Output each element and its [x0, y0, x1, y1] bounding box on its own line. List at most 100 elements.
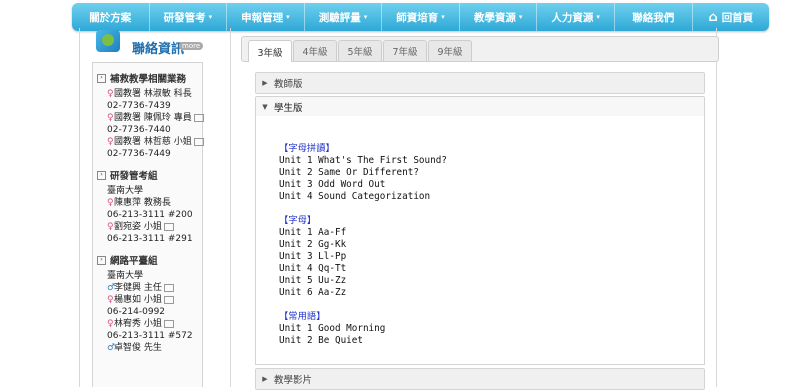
contact-group: › 網路平臺組 臺南大學 ♂李健興 主任 ♀楊惠如 小姐 06-214-0992 ♀林宥秀 …	[93, 253, 202, 354]
nav-item-2[interactable]: 申報管理 ▾	[227, 3, 305, 31]
nav-item-3[interactable]: 測驗評量 ▾	[305, 3, 383, 31]
contact-line-text: 臺南大學	[107, 186, 144, 196]
unit-link[interactable]: Unit 3 Odd Word Out	[279, 179, 447, 191]
contact-title: 聯絡資訊	[132, 42, 185, 57]
contact-header: 聯絡資訊 more	[92, 28, 204, 62]
nav-item-5[interactable]: 教學資源 ▾	[460, 3, 538, 31]
mail-icon[interactable]	[193, 113, 204, 122]
nav-item-8[interactable]: ⌂ 回首頁	[693, 3, 770, 31]
contact-line-text: 06-214-0992	[107, 307, 166, 317]
section-title: 【字母】	[279, 215, 317, 226]
contact-line: ♀林宥秀 小姐	[97, 318, 202, 330]
dropdown-caret-icon: ▾	[208, 13, 213, 21]
contact-line: 臺南大學	[97, 270, 202, 282]
group-marker-icon: ›	[97, 255, 106, 265]
unit-link[interactable]: Unit 4 Sound Categorization	[279, 191, 447, 203]
collapsed-arrow-icon: ▶	[262, 375, 268, 383]
contact-line-text: 陳惠萍 教務長	[114, 198, 171, 208]
contact-line-text: 02-7736-7440	[107, 125, 171, 135]
accordion-teacher-label: 教師版	[274, 79, 303, 90]
contact-group: › 補救教學相關業務 ♀國教署 林淑敏 科長 02-7736-7439 ♀ 國教署 陳佩玲…	[93, 71, 204, 160]
contact-line-text: 國教署 陳佩玲 專員	[114, 113, 192, 123]
unit-link[interactable]: Unit 6 Aa-Zz	[279, 287, 447, 299]
unit-list: 【字母拼讀】 Unit 1 What's The First Sound? Unit…	[279, 143, 447, 347]
nav-item-label: 申報管理	[241, 11, 284, 24]
nav-item-label: 聯絡我們	[632, 11, 675, 24]
mail-icon[interactable]	[163, 295, 174, 304]
contact-group-title[interactable]: › 網路平臺組	[97, 253, 202, 267]
contact-line-text: 06-213-3111 #572	[107, 331, 193, 341]
contact-line: ♀楊惠如 小姐	[97, 294, 202, 306]
contact-group-title[interactable]: › 補救教學相關業務	[97, 71, 202, 85]
content-frame-right	[716, 28, 717, 387]
mail-icon[interactable]	[163, 319, 174, 328]
person-icon: ♂	[107, 343, 116, 353]
contact-line: ♀國教署 林哲慈 小姐	[97, 136, 204, 148]
accordion-video-label: 教學影片	[274, 375, 313, 386]
contact-line: 臺南大學	[97, 185, 202, 197]
contact-line-text: 劉宛姿 小姐	[114, 222, 162, 232]
nav-item-label: 師資培育	[396, 11, 439, 24]
unit-link[interactable]: Unit 2 Be Quiet	[279, 335, 447, 347]
contact-line-text: 06-213-3111 #200	[107, 210, 193, 220]
contact-line-text: 李健興 主任	[114, 283, 162, 293]
tab-grade-1[interactable]: 4年級	[293, 40, 337, 61]
accordion-student-label: 學生版	[274, 103, 303, 114]
home-icon: ⌂	[708, 9, 718, 25]
unit-link[interactable]: Unit 2 Gg-Kk	[279, 239, 447, 251]
unit-link[interactable]: Unit 1 Good Morning	[279, 323, 447, 335]
unit-link[interactable]: Unit 1 Aa-Ff	[279, 227, 447, 239]
contact-line: 02-7736-7440	[97, 124, 202, 136]
contact-line: ♀陳惠萍 教務長	[97, 197, 202, 209]
unit-link[interactable]: Unit 4 Qq-Tt	[279, 263, 447, 275]
nav-item-label: 人力資源	[551, 11, 594, 24]
tab-grade-4[interactable]: 9年級	[428, 40, 472, 61]
nav-item-7[interactable]: 聯絡我們	[615, 3, 693, 31]
contact-line-text: 臺南大學	[107, 271, 144, 281]
unit-link[interactable]: Unit 1 What's The First Sound?	[279, 155, 447, 167]
grade-tabs: 3年級 4年級 5年級 7年級 9年級	[241, 36, 719, 62]
group-marker-icon: ›	[97, 73, 106, 83]
tab-grade-2[interactable]: 5年級	[338, 40, 382, 61]
nav-item-label: 關於方案	[89, 11, 132, 24]
nav-item-label: 教學資源	[473, 11, 516, 24]
contact-group: › 研發管考組 臺南大學 ♀陳惠萍 教務長 06-213-3111 #200 ♀劉宛姿 小…	[93, 168, 202, 245]
person-icon: ♀	[107, 137, 114, 147]
unit-link[interactable]: Unit 5 Uu-Zz	[279, 275, 447, 287]
person-icon: ♀	[107, 319, 114, 329]
accordion-teacher-header[interactable]: ▶ 教師版	[255, 72, 705, 94]
contact-group-title[interactable]: › 研發管考組	[97, 168, 202, 182]
more-badge[interactable]: more	[179, 42, 204, 50]
contact-line: ♂李健興 主任	[97, 282, 202, 294]
group-marker-icon: ›	[97, 170, 106, 180]
contact-line-text: 國教署 林淑敏 科長	[114, 89, 192, 99]
unit-link[interactable]: Unit 2 Same Or Different?	[279, 167, 447, 179]
contact-line: 06-213-3111 #200	[97, 209, 202, 221]
nav-item-0[interactable]: 關於方案	[72, 3, 150, 31]
nav-item-6[interactable]: 人力資源 ▾	[537, 3, 615, 31]
accordion-student-header[interactable]: ▼ 學生版	[255, 96, 705, 118]
mail-icon[interactable]	[163, 222, 174, 231]
unit-link[interactable]: Unit 3 Ll-Pp	[279, 251, 447, 263]
dropdown-caret-icon: ▾	[518, 13, 523, 21]
contact-group-label: 網路平臺組	[110, 256, 158, 267]
tab-grade-3[interactable]: 7年級	[383, 40, 427, 61]
contact-line-text: 02-7736-7439	[107, 101, 171, 111]
nav-item-4[interactable]: 師資培育 ▾	[382, 3, 460, 31]
dropdown-caret-icon: ▾	[363, 13, 368, 21]
person-icon: ♀	[107, 295, 114, 305]
contact-group-label: 補救教學相關業務	[110, 74, 187, 85]
contact-line: 06-214-0992	[97, 306, 202, 318]
mail-icon[interactable]	[163, 283, 174, 292]
person-icon: ♂	[107, 283, 116, 293]
contact-group-label: 研發管考組	[110, 171, 158, 182]
tab-grade-0[interactable]: 3年級	[248, 40, 292, 62]
student-content-panel: 【字母拼讀】 Unit 1 What's The First Sound? Unit…	[255, 116, 705, 365]
mail-icon[interactable]	[193, 137, 204, 146]
contact-line: ♀國教署 林淑敏 科長	[97, 88, 202, 100]
nav-item-label: 回首頁	[721, 11, 754, 24]
top-navigation: 關於方案 研發管考 ▾ 申報管理 ▾ 測驗評量 ▾ 師資培育 ▾ 教學資源 ▾ 人力資源 ▾ 聯絡我們 ⌂ 回…	[72, 3, 769, 31]
dropdown-caret-icon: ▾	[596, 13, 600, 21]
nav-item-1[interactable]: 研發管考 ▾	[150, 3, 228, 31]
